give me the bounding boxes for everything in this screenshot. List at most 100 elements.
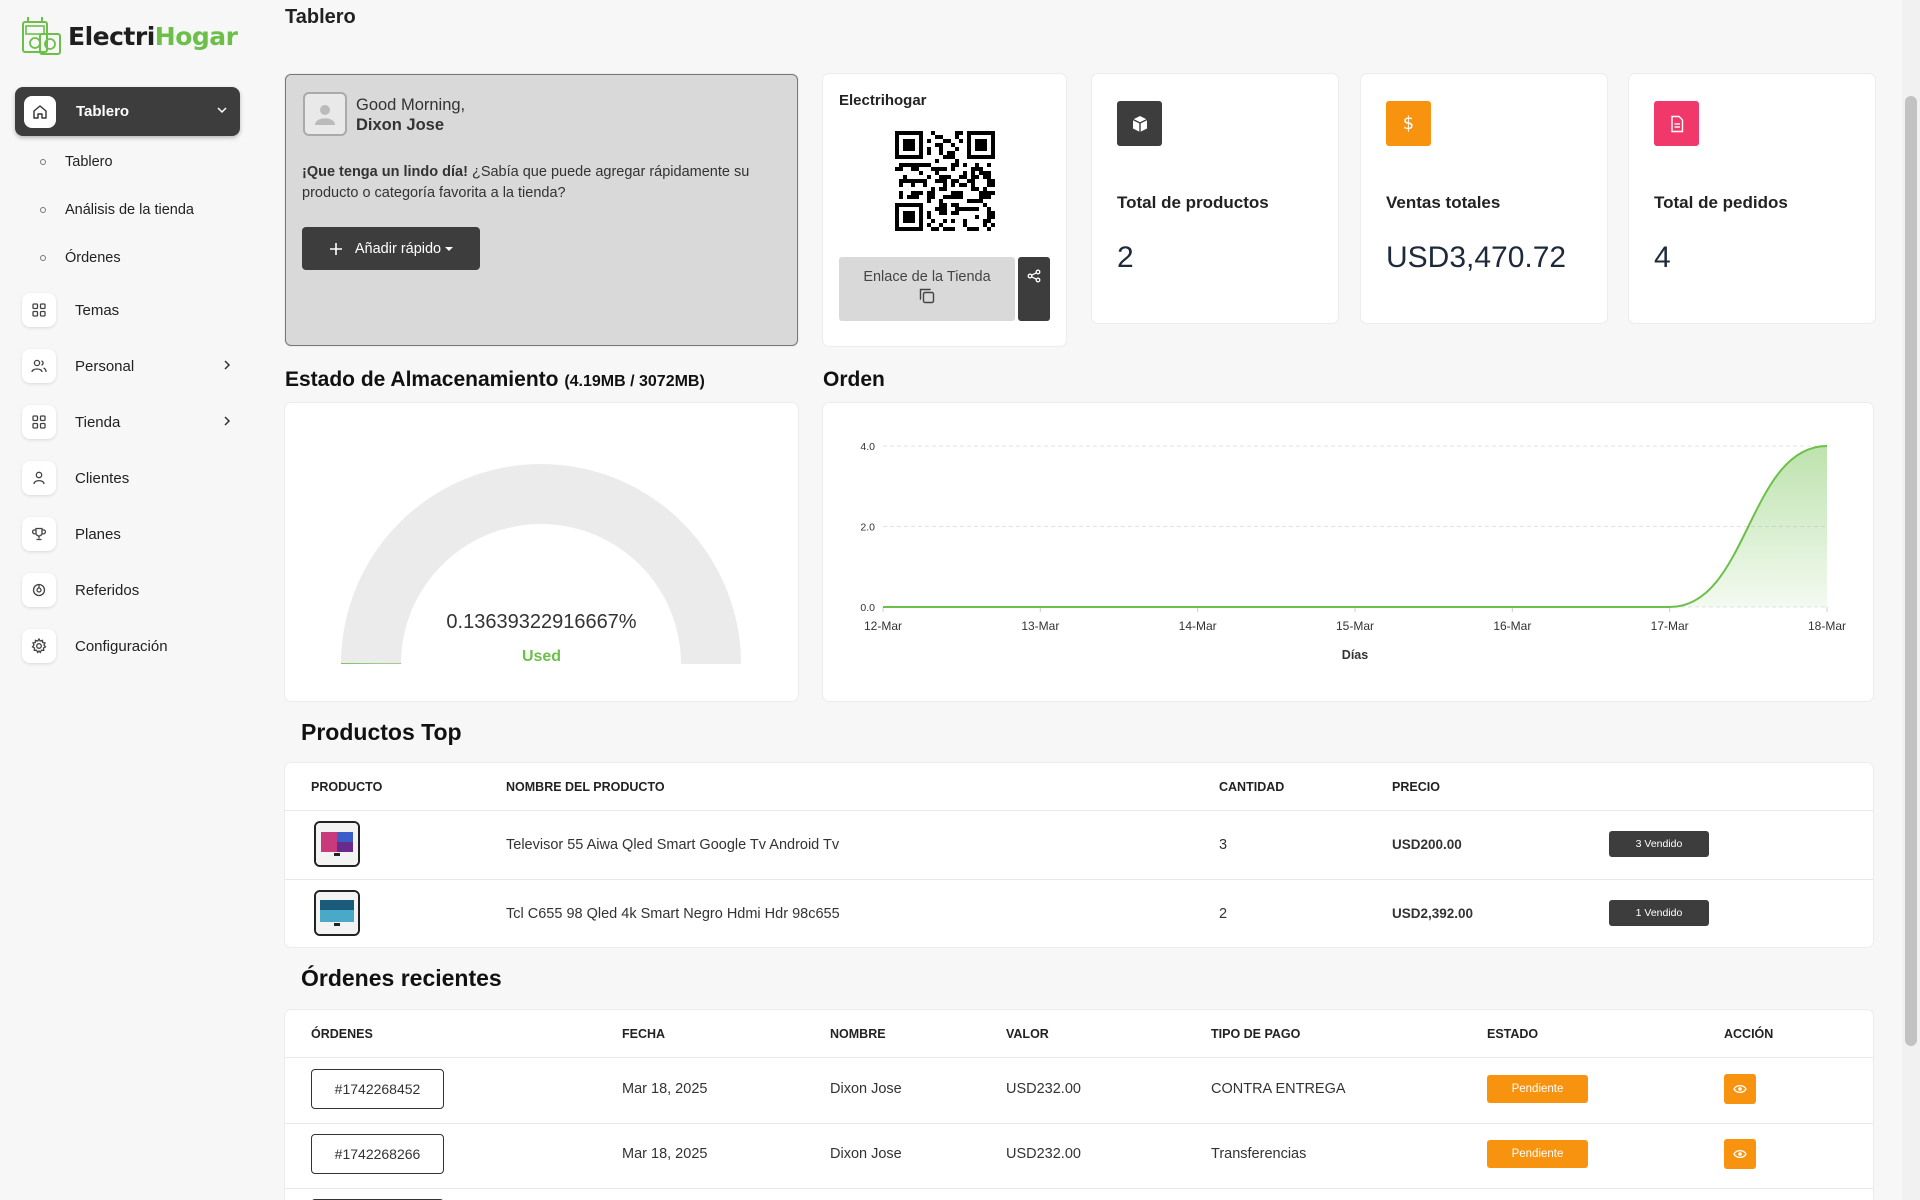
welcome-message-bold: ¡Que tenga un lindo día! xyxy=(302,164,468,180)
column-header: FECHA xyxy=(622,1027,666,1041)
quick-add-label: Añadir rápido xyxy=(354,240,442,257)
sidebar-item-label: Referidos xyxy=(75,581,140,599)
sidebar-item-personal[interactable]: Personal xyxy=(22,348,232,384)
grid-icon xyxy=(22,293,56,327)
user-icon xyxy=(315,105,335,125)
sidebar-item-tienda[interactable]: Tienda xyxy=(22,404,232,440)
product-name: Tcl C655 98 Qled 4k Smart Negro Hdmi Hdr… xyxy=(506,906,840,922)
view-order-button[interactable] xyxy=(1724,1074,1756,1104)
divider xyxy=(285,879,1873,880)
store-link-label: Enlace de la Tienda xyxy=(863,269,991,285)
avatar[interactable] xyxy=(303,92,347,136)
storage-percent: 0.13639322916667% xyxy=(446,611,637,633)
y-tick-label: 4.0 xyxy=(860,441,875,453)
appliance-logo-icon xyxy=(22,17,61,55)
share-icon xyxy=(1027,269,1041,283)
column-header: CANTIDAD xyxy=(1219,780,1285,794)
product-thumbnail[interactable] xyxy=(314,890,360,936)
x-tick-label: 15-Mar xyxy=(1336,619,1374,633)
storage-usage: (4.19MB / 3072MB) xyxy=(564,373,705,390)
sidebar-item-temas[interactable]: Temas xyxy=(22,292,232,328)
scrollbar-thumb[interactable] xyxy=(1905,96,1917,1046)
quick-add-button[interactable]: Añadir rápido xyxy=(302,227,480,270)
caret-down-icon xyxy=(445,246,454,251)
product-quantity: 2 xyxy=(1219,906,1228,922)
sidebar-item-label: Personal xyxy=(75,357,135,375)
qr-title: Electrihogar xyxy=(839,92,927,109)
subnav-tablero[interactable]: Tablero xyxy=(40,154,113,170)
x-tick-label: 18-Mar xyxy=(1808,619,1846,633)
scrollbar[interactable] xyxy=(1902,0,1920,1200)
brand-logo[interactable]: ElectriHogar xyxy=(20,14,238,58)
product-quantity: 3 xyxy=(1219,837,1228,853)
bullet-icon xyxy=(40,207,46,213)
sidebar-item-referidos[interactable]: Referidos xyxy=(22,572,232,608)
brand-part2: Hogar xyxy=(154,21,238,51)
document-icon xyxy=(1654,101,1699,146)
column-header: VALOR xyxy=(1006,1027,1049,1041)
sidebar-item-tablero[interactable]: Tablero xyxy=(15,87,240,136)
chevron-down-icon xyxy=(216,104,228,119)
sidebar-item-planes[interactable]: Planes xyxy=(22,516,232,552)
welcome-card: Good Morning, Dixon Jose ¡Que tenga un l… xyxy=(285,74,798,346)
bullet-icon xyxy=(40,159,46,165)
sidebar-item-label: Temas xyxy=(75,301,120,319)
recent-orders-title: Órdenes recientes xyxy=(301,965,502,991)
chevron-right-icon xyxy=(222,415,232,430)
top-products-title: Productos Top xyxy=(301,719,462,745)
top-products-table: PRODUCTO NOMBRE DEL PRODUCTO CANTIDAD PR… xyxy=(285,763,1873,947)
order-id-button[interactable]: #1742268266 xyxy=(311,1134,444,1174)
share-button[interactable] xyxy=(1018,257,1050,321)
order-payment-type: Transferencias xyxy=(1211,1146,1307,1162)
home-icon xyxy=(24,95,56,128)
divider xyxy=(285,810,1873,811)
subnav-analisis[interactable]: Análisis de la tienda xyxy=(40,202,194,218)
orders-chart-card: 0.0 2.0 4.0 12-Mar 13-Mar 14-Mar 15-Mar 16-Mar 1… xyxy=(823,403,1873,701)
order-payment-type: CONTRA ENTREGA xyxy=(1211,1081,1346,1097)
stat-card-products: Total de productos 2 xyxy=(1092,74,1338,323)
x-axis-label: Días xyxy=(1342,648,1368,662)
greeting-text: Good Morning, xyxy=(356,96,466,114)
grid-icon xyxy=(22,405,56,439)
page-title: Tablero xyxy=(285,6,356,28)
stat-value: USD3,470.72 xyxy=(1386,241,1567,274)
sidebar-item-label: Tienda xyxy=(75,413,121,431)
sidebar-item-clientes[interactable]: Clientes xyxy=(22,460,232,496)
x-tick-label: 13-Mar xyxy=(1021,619,1059,633)
stat-label: Total de pedidos xyxy=(1654,193,1788,212)
stat-value: 4 xyxy=(1654,241,1671,274)
stat-card-sales: $ Ventas totales USD3,470.72 xyxy=(1361,74,1607,323)
sidebar-item-label: Configuración xyxy=(75,637,168,655)
sold-badge: 1 Vendido xyxy=(1609,900,1709,926)
status-badge: Pendiente xyxy=(1487,1140,1588,1168)
sidebar-item-label: Planes xyxy=(75,525,121,543)
storage-title: Estado de Almacenamiento (4.19MB / 3072M… xyxy=(285,368,705,392)
orders-chart: 0.0 2.0 4.0 12-Mar 13-Mar 14-Mar 15-Mar 16-Mar 1… xyxy=(860,441,1846,662)
y-tick-label: 0.0 xyxy=(860,602,875,614)
view-order-button[interactable] xyxy=(1724,1139,1756,1169)
stat-label: Ventas totales xyxy=(1386,193,1501,212)
product-price: USD2,392.00 xyxy=(1392,906,1474,921)
subnav-label: Análisis de la tienda xyxy=(65,202,194,218)
sidebar-item-configuracion[interactable]: Configuración xyxy=(22,628,232,664)
subnav-label: Órdenes xyxy=(65,250,121,266)
bullet-icon xyxy=(40,255,46,261)
tv-image xyxy=(316,892,358,934)
qr-code[interactable] xyxy=(895,131,995,231)
divider xyxy=(285,1188,1873,1189)
stat-value: 2 xyxy=(1117,241,1134,274)
product-thumbnail[interactable] xyxy=(314,821,360,867)
subnav-label: Tablero xyxy=(65,154,113,170)
order-value: USD232.00 xyxy=(1006,1081,1081,1097)
store-link-button[interactable]: Enlace de la Tienda xyxy=(839,257,1015,321)
subnav-ordenes[interactable]: Órdenes xyxy=(40,250,121,266)
order-id-button[interactable]: #1742268452 xyxy=(311,1069,444,1109)
orders-chart-title: Orden xyxy=(823,368,885,391)
divider xyxy=(285,1057,1873,1058)
dollar-icon: $ xyxy=(1386,101,1431,146)
chevron-right-icon xyxy=(222,359,232,374)
x-tick-label: 16-Mar xyxy=(1493,619,1531,633)
tv-image xyxy=(316,823,358,865)
divider xyxy=(285,1123,1873,1124)
product-name: Televisor 55 Aiwa Qled Smart Google Tv A… xyxy=(506,837,840,853)
